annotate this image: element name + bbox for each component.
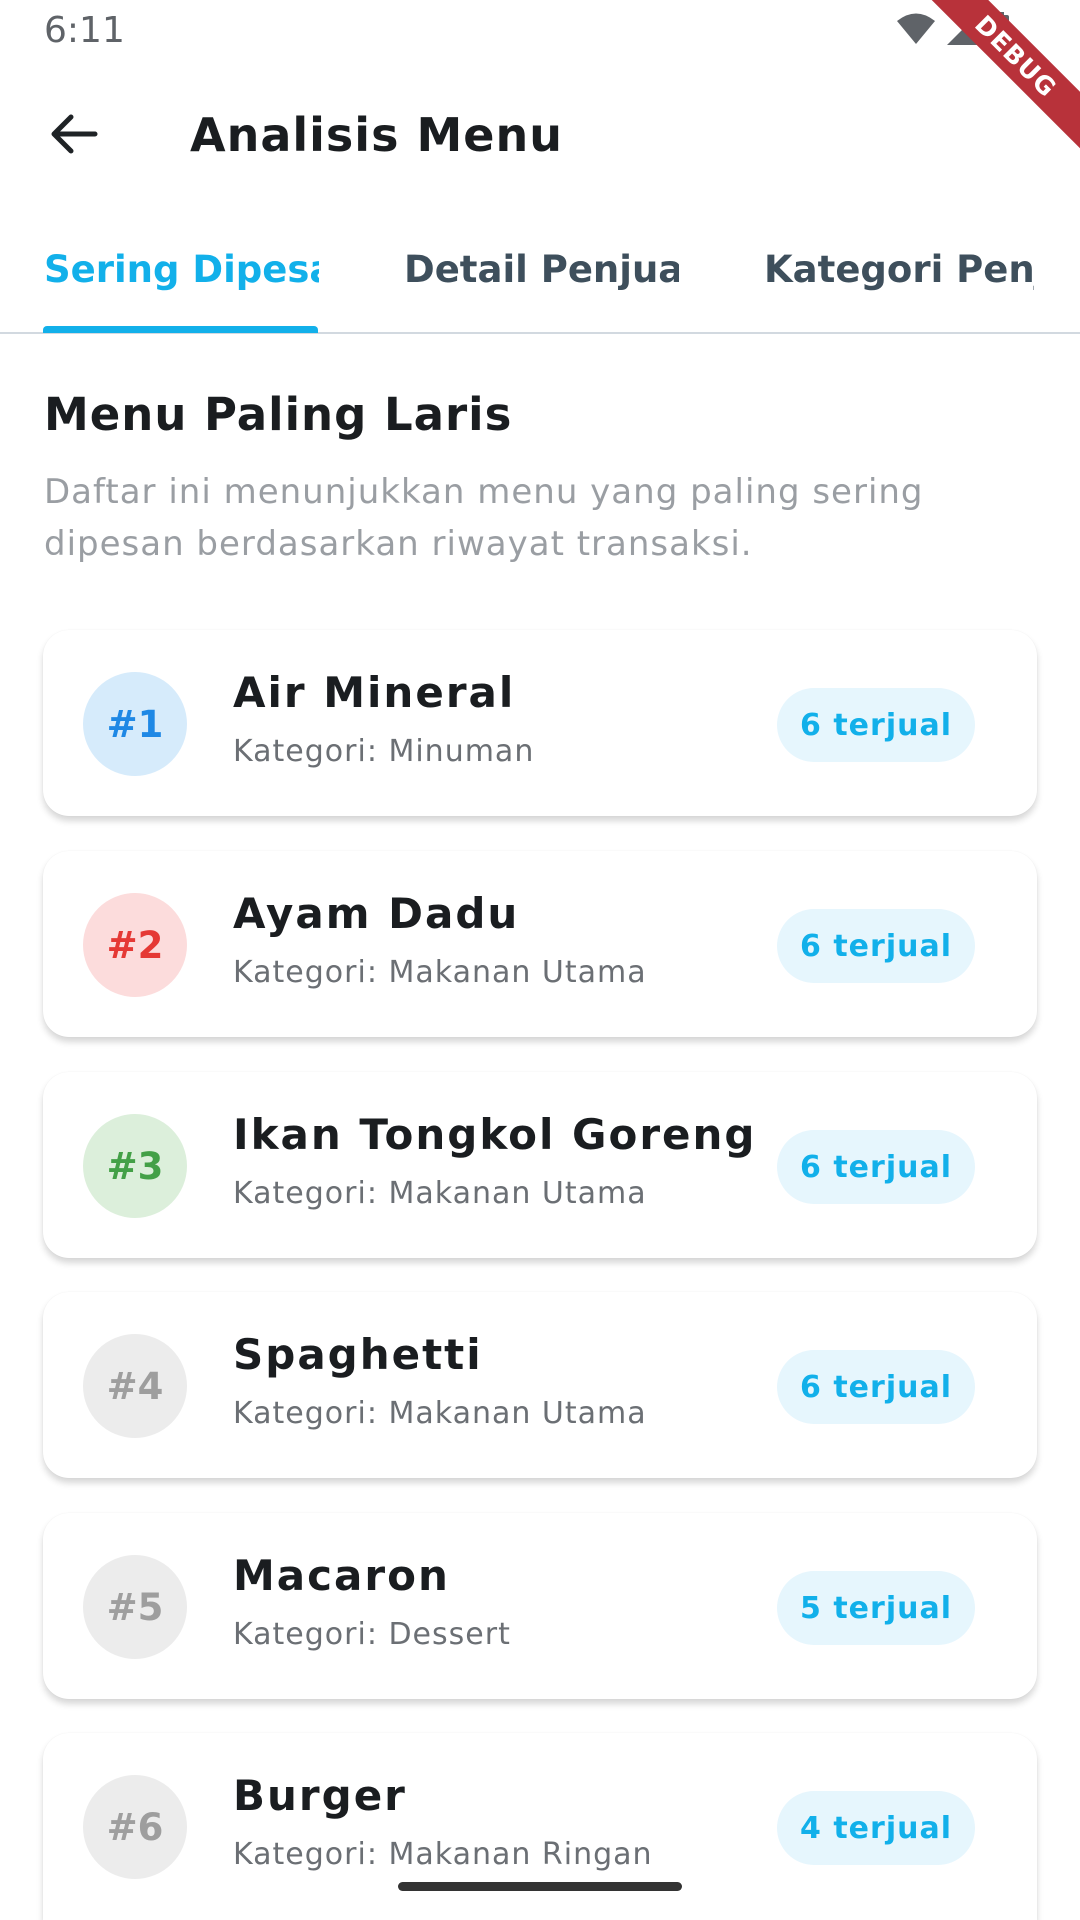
status-time: 6:11 (44, 10, 125, 51)
tab-kategori-penjualan[interactable]: Kategori Penjualan (764, 248, 1034, 291)
rank-badge: #2 (83, 893, 187, 997)
list-item[interactable]: #3 Ikan Tongkol Goreng Kategori: Makanan… (43, 1072, 1037, 1258)
page-title: Analisis Menu (190, 108, 563, 162)
item-name: Spaghetti (233, 1330, 483, 1379)
tab-bar: Sering Dipesan Detail Penjualan Kategori… (0, 222, 1080, 334)
app-bar: Analisis Menu (0, 80, 1080, 190)
section-title: Menu Paling Laris (44, 388, 513, 441)
tab-detail-penjualan[interactable]: Detail Penjualan (404, 248, 679, 291)
item-category: Kategori: Makanan Utama (233, 1396, 647, 1431)
rank-badge: #5 (83, 1555, 187, 1659)
status-bar: 6:11 DEBUG (0, 0, 1080, 163)
wifi-icon (896, 12, 936, 50)
item-category: Kategori: Dessert (233, 1617, 511, 1652)
item-category: Kategori: Minuman (233, 734, 535, 769)
item-category: Kategori: Makanan Utama (233, 955, 647, 990)
home-indicator[interactable] (398, 1882, 682, 1891)
sold-count-badge: 4 terjual (777, 1791, 975, 1865)
sold-count-badge: 6 terjual (777, 1350, 975, 1424)
item-category: Kategori: Makanan Ringan (233, 1837, 653, 1872)
rank-badge: #6 (83, 1775, 187, 1879)
arrow-left-icon (49, 112, 99, 160)
sold-count-badge: 6 terjual (777, 909, 975, 983)
rank-badge: #3 (83, 1114, 187, 1218)
back-button[interactable] (40, 107, 108, 165)
screen: 6:11 DEBUG Analisis Menu Sering Dipes De… (0, 0, 1080, 1920)
rank-badge: #4 (83, 1334, 187, 1438)
sold-count-badge: 6 terjual (777, 1130, 975, 1204)
section-description: Daftar ini menunjukkan menu yang paling … (44, 472, 924, 564)
list-item[interactable]: #5 Macaron Kategori: Dessert 5 terjual (43, 1513, 1037, 1699)
sold-count-badge: 5 terjual (777, 1571, 975, 1645)
item-name: Ayam Dadu (233, 889, 520, 938)
item-name: Ikan Tongkol Goreng (233, 1110, 757, 1159)
rank-badge: #1 (83, 672, 187, 776)
item-category: Kategori: Makanan Utama (233, 1176, 647, 1211)
list-item[interactable]: #4 Spaghetti Kategori: Makanan Utama 6 t… (43, 1292, 1037, 1478)
item-name: Air Mineral (233, 668, 516, 717)
item-name: Macaron (233, 1551, 450, 1600)
list-item[interactable]: #6 Burger Kategori: Makanan Ringan 4 ter… (43, 1733, 1037, 1920)
tab-sering-dipesan[interactable]: Sering Dipesan (44, 248, 319, 291)
list-item[interactable]: #2 Ayam Dadu Kategori: Makanan Utama 6 t… (43, 851, 1037, 1037)
list-item[interactable]: #1 Air Mineral Kategori: Minuman 6 terju… (43, 630, 1037, 816)
sold-count-badge: 6 terjual (777, 688, 975, 762)
tab-indicator (43, 326, 318, 333)
item-name: Burger (233, 1771, 407, 1820)
